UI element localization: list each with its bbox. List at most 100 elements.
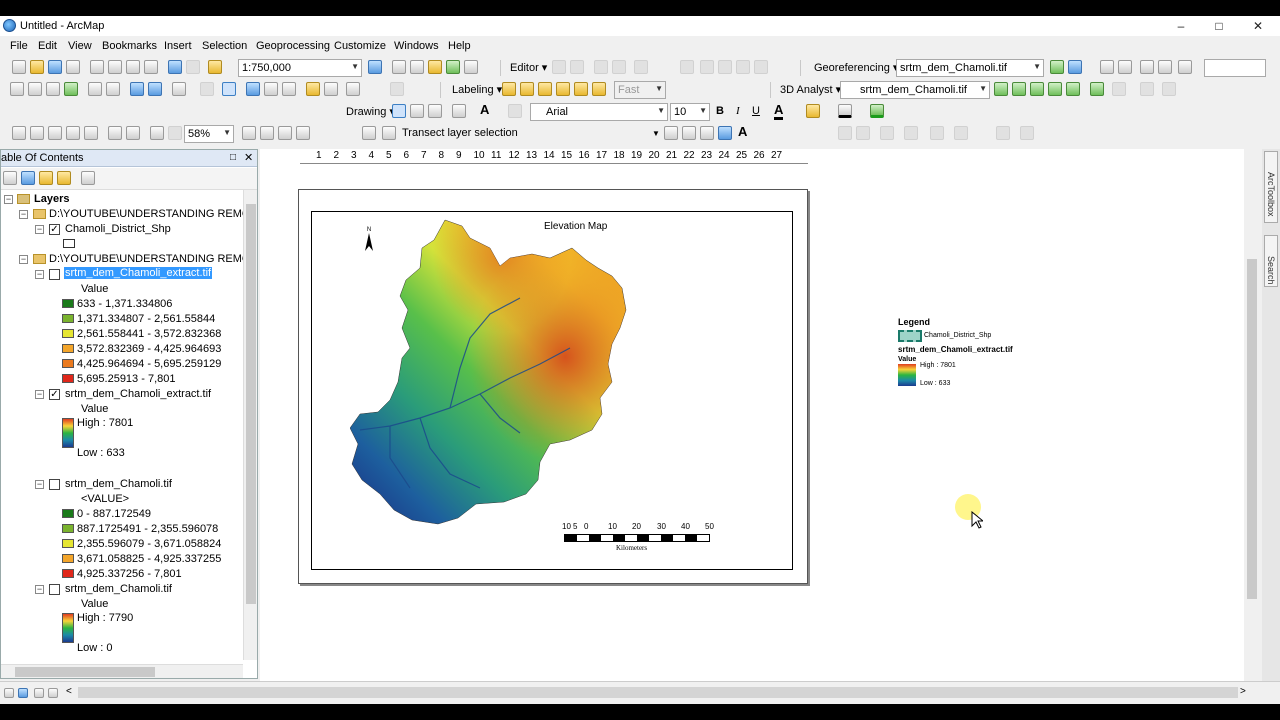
- time-slider-icon[interactable]: [346, 82, 360, 96]
- trace-icon[interactable]: [634, 60, 648, 74]
- layout-page[interactable]: Elevation Map N 10 5 0 10 20 30 40 50 Ki…: [298, 189, 808, 584]
- polyline-tool-icon[interactable]: [930, 126, 944, 140]
- zoom-whole-page-icon[interactable]: [66, 126, 80, 140]
- maximize-button[interactable]: □: [1209, 18, 1229, 34]
- 3d-analyst-menu[interactable]: 3D Analyst ▾: [780, 83, 841, 96]
- edit-tool-icon[interactable]: [552, 60, 566, 74]
- menu-insert[interactable]: Insert: [164, 40, 192, 52]
- layout-vertical-scrollbar[interactable]: [1244, 149, 1260, 687]
- layout-pan-icon[interactable]: [48, 126, 62, 140]
- edit-annotation-icon[interactable]: [570, 60, 584, 74]
- pause-labeling-icon[interactable]: [574, 82, 588, 96]
- class-color-swatch[interactable]: [62, 509, 74, 518]
- layer-visibility-checkbox[interactable]: [49, 269, 60, 280]
- save-icon[interactable]: [48, 60, 62, 74]
- menu-edit[interactable]: Edit: [38, 40, 57, 52]
- find-icon[interactable]: [264, 82, 278, 96]
- class-color-swatch[interactable]: [62, 554, 74, 563]
- map-legend[interactable]: Legend Chamoli_District_Shp srtm_dem_Cha…: [898, 317, 1048, 389]
- zoom-out-icon[interactable]: [28, 82, 42, 96]
- layout-view-icon[interactable]: [18, 688, 28, 698]
- collapse-icon[interactable]: −: [35, 270, 44, 279]
- select-elements-icon[interactable]: [222, 82, 236, 96]
- reshape-icon[interactable]: [700, 60, 714, 74]
- chevron-down-icon[interactable]: ▼: [652, 129, 660, 138]
- layout-view[interactable]: 1 2 3 4 5 6 7 8 9 10 11 12 13 14 15 16 17 18 19 20 21 22 23 24 2…: [260, 149, 1260, 687]
- create-viewer-icon[interactable]: [390, 82, 404, 96]
- arcscene-icon[interactable]: [1140, 82, 1154, 96]
- line-color-icon[interactable]: [838, 104, 852, 118]
- open-folder-icon[interactable]: [30, 60, 44, 74]
- menu-windows[interactable]: Windows: [394, 40, 439, 52]
- scroll-thumb[interactable]: [15, 667, 155, 677]
- refresh-icon[interactable]: [1178, 60, 1192, 74]
- select-elements-icon[interactable]: [392, 104, 406, 118]
- class-color-swatch[interactable]: [62, 569, 74, 578]
- bold-button[interactable]: B: [716, 105, 724, 117]
- rotate-element-icon[interactable]: [410, 104, 424, 118]
- georeferencing-menu[interactable]: Georeferencing ▾: [814, 61, 898, 74]
- cut-polygons-icon[interactable]: [718, 60, 732, 74]
- italic-button[interactable]: I: [736, 105, 740, 117]
- list-by-visibility-icon[interactable]: [39, 171, 53, 185]
- fixed-zoom-out-icon[interactable]: [106, 82, 120, 96]
- editor-toolbar-icon[interactable]: [368, 60, 382, 74]
- marker-color-icon[interactable]: [870, 104, 884, 118]
- new-document-icon[interactable]: [12, 60, 26, 74]
- arcglobe-icon[interactable]: [1162, 82, 1176, 96]
- measure-icon[interactable]: [282, 82, 296, 96]
- table-icon[interactable]: [1158, 60, 1172, 74]
- interpolate-point-icon[interactable]: [1048, 82, 1062, 96]
- rectangle-icon[interactable]: [452, 104, 466, 118]
- pan-icon[interactable]: [46, 82, 60, 96]
- cut-icon[interactable]: [90, 60, 104, 74]
- minimize-button[interactable]: –: [1171, 18, 1191, 34]
- python-icon[interactable]: [464, 60, 478, 74]
- font-combo[interactable]: Arial ▼: [530, 103, 668, 121]
- select-features-icon[interactable]: [172, 82, 186, 96]
- map-scale-combo[interactable]: 1:750,000 ▼: [238, 59, 362, 77]
- view-unplaced-labels-icon[interactable]: [592, 82, 606, 96]
- graph-icon[interactable]: [664, 126, 678, 140]
- class-color-swatch[interactable]: [62, 359, 74, 368]
- collapse-icon[interactable]: −: [35, 480, 44, 489]
- elevation-map-raster[interactable]: [350, 218, 640, 530]
- copy-icon[interactable]: [108, 60, 122, 74]
- nudge-icon[interactable]: [996, 126, 1010, 140]
- class-color-swatch[interactable]: [62, 539, 74, 548]
- help-icon[interactable]: [718, 126, 732, 140]
- collapse-icon[interactable]: −: [35, 585, 44, 594]
- layer-visibility-checkbox[interactable]: ✓: [49, 224, 60, 235]
- change-layout-icon[interactable]: [278, 126, 292, 140]
- label-manager-icon[interactable]: [502, 82, 516, 96]
- scroll-right-icon[interactable]: >: [1240, 686, 1246, 697]
- layout-zoom-in-icon[interactable]: [12, 126, 26, 140]
- align-icon[interactable]: [838, 126, 852, 140]
- data-view-icon[interactable]: [4, 688, 14, 698]
- edit-vertices-icon[interactable]: [680, 60, 694, 74]
- back-extent-icon[interactable]: [130, 82, 144, 96]
- menu-view[interactable]: View: [68, 40, 92, 52]
- delete-icon[interactable]: [144, 60, 158, 74]
- color-ramp-swatch[interactable]: [62, 418, 74, 448]
- table-of-contents-icon[interactable]: [392, 60, 406, 74]
- previous-extent-layout-icon[interactable]: [150, 126, 164, 140]
- lock-labels-icon[interactable]: [556, 82, 570, 96]
- collapse-icon[interactable]: −: [4, 195, 13, 204]
- menu-customize[interactable]: Customize: [334, 40, 386, 52]
- font-size-combo[interactable]: 10 ▼: [670, 103, 710, 121]
- search-tab[interactable]: Search: [1264, 235, 1278, 287]
- fixed-zoom-out-layout-icon[interactable]: [126, 126, 140, 140]
- contour-icon[interactable]: [994, 82, 1008, 96]
- transect-icon[interactable]: [382, 126, 396, 140]
- edit-vertices-icon[interactable]: [508, 104, 522, 118]
- line-of-sight-icon[interactable]: [1030, 82, 1044, 96]
- endpoint-arc-icon[interactable]: [612, 60, 626, 74]
- toc-horizontal-scrollbar[interactable]: [1, 664, 243, 678]
- menu-bookmarks[interactable]: Bookmarks: [102, 40, 157, 52]
- focus-data-frame-icon[interactable]: [260, 126, 274, 140]
- forward-extent-icon[interactable]: [148, 82, 162, 96]
- zoom-100-icon[interactable]: [84, 126, 98, 140]
- straight-segment-icon[interactable]: [594, 60, 608, 74]
- split-icon[interactable]: [736, 60, 750, 74]
